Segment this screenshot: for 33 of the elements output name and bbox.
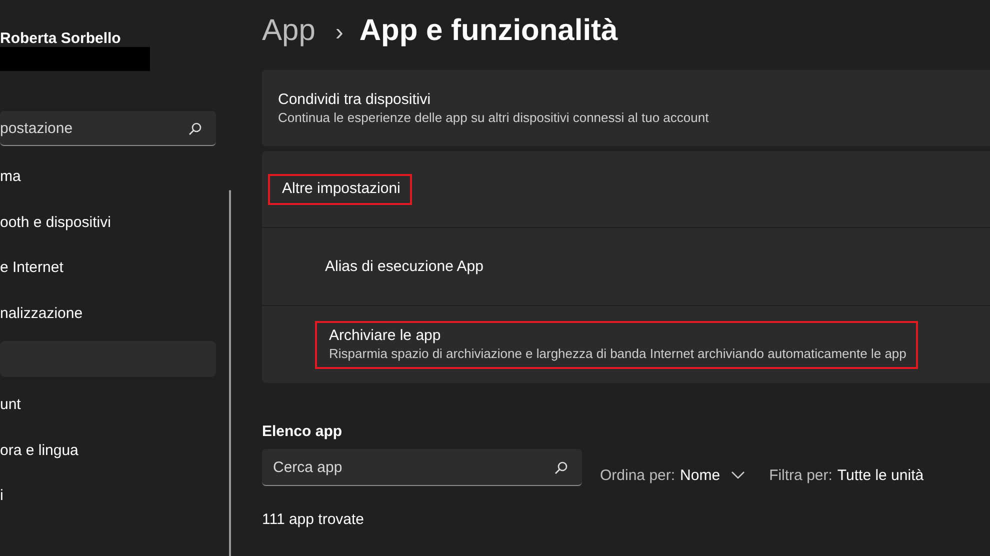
user-name: Roberta Sorbello: [0, 30, 122, 47]
sidebar-item[interactable]: ooth e dispositivi: [0, 204, 216, 240]
setting-title: Condividi tra dispositivi: [278, 91, 432, 108]
filter-value: Tutte le unità: [837, 466, 924, 484]
filter-dropdown[interactable]: Filtra per: Tutte le unità: [769, 466, 924, 484]
filter-label: Filtra per:: [769, 466, 832, 484]
app-count: 111 app trovate: [262, 511, 366, 528]
breadcrumb-link[interactable]: App: [262, 14, 316, 48]
breadcrumb-separator: ›: [335, 19, 344, 47]
page-title: App e funzionalità: [359, 14, 618, 48]
sort-dropdown[interactable]: Ordina per: Nome: [600, 466, 746, 484]
search-field[interactable]: Cerca app: [262, 449, 582, 486]
scrollbar[interactable]: [229, 190, 231, 556]
setting-title: Alias di esecuzione App: [325, 258, 484, 275]
sort-value: Nome: [680, 466, 720, 484]
settings-card[interactable]: Condividi tra dispositivi Continua le esperienze delle app su altri dispositivi connessi al tuo account: [262, 70, 990, 146]
sort-label: Ordina per:: [600, 466, 676, 484]
sidebar-item[interactable]: ora e lingua: [0, 432, 216, 468]
setting-description: Continua le esperienze delle app su altri dispositivi connessi al tuo account: [278, 110, 709, 125]
setting-title: Archiviare le app: [329, 326, 442, 344]
sidebar-item[interactable]: unt: [0, 386, 216, 423]
setting-description: Risparmia spazio di archiviazione e larghezza di banda Internet archiviando automaticamente le app: [329, 346, 906, 360]
sidebar-item[interactable]: nalizzazione: [0, 296, 216, 332]
sidebar-item[interactable]: ma: [0, 159, 216, 195]
chevron-down-icon: [731, 471, 746, 479]
search-field[interactable]: postazione: [0, 111, 216, 146]
section-heading: Elenco app: [262, 423, 344, 440]
search-icon: [188, 122, 202, 136]
sidebar-item[interactable]: i: [0, 478, 216, 514]
search-icon: [554, 460, 568, 474]
settings-card[interactable]: Altre impostazioni Alias di esecuzione App Archiviare le app Risparmia spazio di archiviazione e larghezza di banda Internet archiviando automaticamente le app: [262, 151, 990, 383]
setting-title: Altre impostazioni: [282, 180, 400, 196]
sidebar-item[interactable]: e Internet: [0, 250, 216, 286]
